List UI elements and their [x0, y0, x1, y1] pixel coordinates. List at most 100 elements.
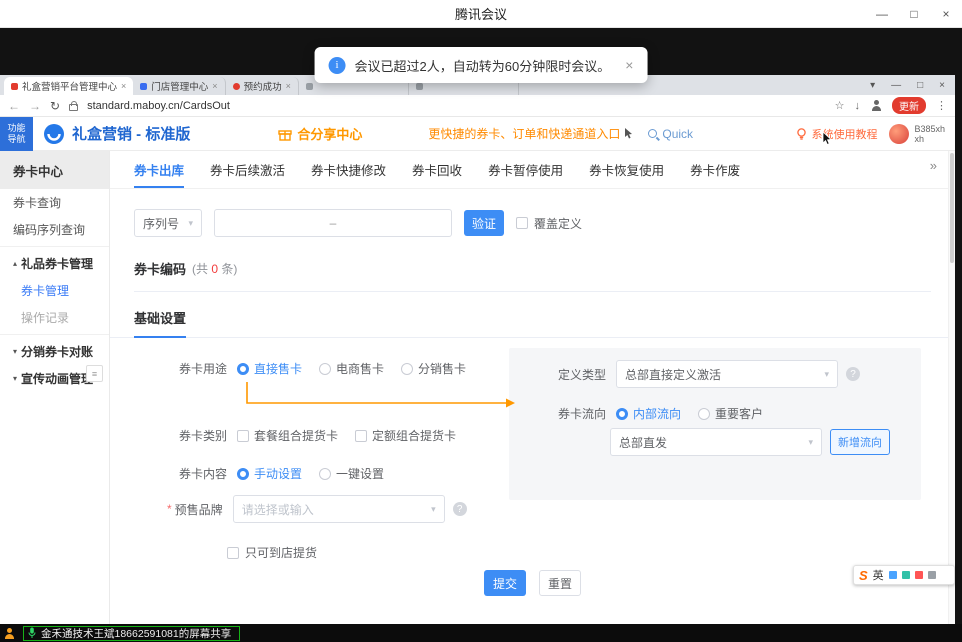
secure-lock-icon[interactable] — [69, 104, 78, 111]
profile-icon[interactable] — [870, 100, 882, 112]
sidebar-item-code-query[interactable]: 编码序列查询 — [0, 216, 109, 243]
triangle-collapsed-icon: ▾ — [13, 347, 17, 356]
browser-tab-active[interactable]: 礼盒营销平台管理中心 × — [4, 77, 133, 95]
promo-entry-link[interactable]: 更快捷的券卡、订单和快递通道入口 — [428, 125, 634, 142]
tab-card-recycle[interactable]: 券卡回收 — [412, 160, 462, 188]
usage-option-distribution[interactable]: 分销售卡 — [401, 360, 466, 377]
browser-tab[interactable]: 门店管理中心 × — [133, 77, 225, 95]
more-icon[interactable]: ⋮ — [936, 99, 947, 112]
main-content: 券卡出库 券卡后续激活 券卡快捷修改 券卡回收 券卡暂停使用 券卡恢复使用 券卡… — [110, 151, 955, 624]
tab-card-outbound[interactable]: 券卡出库 — [134, 160, 184, 188]
radio-checked-icon[interactable] — [237, 363, 249, 375]
sogou-logo-icon[interactable]: S — [859, 568, 868, 583]
reload-icon[interactable]: ↻ — [50, 99, 60, 113]
add-flow-button[interactable]: 新增流向 — [830, 429, 890, 455]
toolbox-icon[interactable] — [928, 571, 936, 579]
tab-close-icon[interactable]: × — [121, 81, 126, 91]
toast-close-icon[interactable]: × — [625, 57, 633, 73]
tab-close-icon[interactable]: × — [286, 81, 291, 91]
tab-card-quick-edit[interactable]: 券卡快捷修改 — [311, 160, 386, 188]
checkbox-icon[interactable] — [355, 430, 367, 442]
page-scrollbar[interactable] — [948, 151, 955, 624]
keyboard-icon[interactable] — [889, 571, 897, 579]
sidebar-collapse-handle[interactable]: ≡ — [86, 365, 103, 382]
card-flow-row: 券卡流向 内部流向 重要客户 — [558, 405, 780, 422]
radio-icon[interactable] — [319, 363, 331, 375]
sidebar-item-card-query[interactable]: 券卡查询 — [0, 189, 109, 216]
sidebar-group-distribution[interactable]: ▾ 分销券卡对账 — [0, 338, 109, 365]
ime-language-indicator[interactable]: 英 — [873, 567, 884, 583]
back-icon[interactable]: ← — [8, 99, 20, 113]
browser-update-button[interactable]: 更新 — [892, 97, 926, 114]
forward-icon[interactable]: → — [29, 99, 41, 113]
skin-icon[interactable] — [915, 571, 923, 579]
taskbar-person-icon[interactable] — [3, 627, 16, 640]
tab-card-resume[interactable]: 券卡恢复使用 — [589, 160, 664, 188]
sidebar-item-card-management[interactable]: 券卡管理 — [0, 277, 109, 304]
radio-checked-icon[interactable] — [237, 468, 249, 480]
emoji-icon[interactable] — [902, 571, 910, 579]
radio-checked-icon[interactable] — [616, 408, 628, 420]
download-icon[interactable]: ↓ — [855, 100, 861, 112]
content-option-manual[interactable]: 手动设置 — [237, 465, 302, 482]
help-icon[interactable]: ? — [846, 367, 860, 381]
flow-select[interactable]: 总部直发 ▾ — [610, 428, 822, 456]
presale-brand-select[interactable]: 请选择或输入 ▾ — [233, 495, 445, 523]
card-usage-label: 券卡用途 — [179, 360, 227, 377]
sidebar-divider — [0, 334, 109, 335]
tab-card-activate[interactable]: 券卡后续激活 — [210, 160, 285, 188]
radio-icon[interactable] — [698, 408, 710, 420]
url-text[interactable]: standard.maboy.cn/CardsOut — [87, 100, 230, 112]
radio-icon[interactable] — [401, 363, 413, 375]
browser-maximize-button[interactable]: □ — [917, 80, 923, 91]
user-avatar[interactable] — [889, 124, 909, 144]
usage-option-ecommerce[interactable]: 电商售卡 — [319, 360, 384, 377]
radio-icon[interactable] — [319, 468, 331, 480]
usage-option-direct-sale[interactable]: 直接售卡 — [237, 360, 302, 377]
reset-button[interactable]: 重置 — [539, 570, 581, 596]
browser-minimize-button[interactable]: — — [891, 80, 901, 91]
gift-icon — [278, 127, 292, 141]
share-center-link[interactable]: 合分享中心 — [278, 124, 362, 143]
sidebar-divider — [0, 246, 109, 247]
serial-range-input[interactable]: – — [214, 209, 452, 237]
quick-search[interactable]: Quick — [648, 127, 693, 141]
screen-share-indicator[interactable]: 金禾通技术王斌18662591081的屏幕共享 — [23, 626, 240, 641]
category-option-fixed[interactable]: 定额组合提货卡 — [355, 427, 456, 444]
pickup-only-checkbox[interactable] — [227, 547, 239, 559]
presale-brand-placeholder: 请选择或输入 — [242, 501, 314, 518]
submit-button[interactable]: 提交 — [484, 570, 526, 596]
sidebar-item-operation-log[interactable]: 操作记录 — [0, 304, 109, 331]
flow-option-internal[interactable]: 内部流向 — [616, 405, 681, 422]
serial-type-select[interactable]: 序列号 ▾ — [134, 209, 202, 237]
scrollbar-thumb[interactable] — [950, 153, 954, 263]
checkbox-icon[interactable] — [237, 430, 249, 442]
browser-tab[interactable]: 预约成功 × — [226, 77, 299, 95]
category-option-combo[interactable]: 套餐组合提货卡 — [237, 427, 338, 444]
tab-card-suspend[interactable]: 券卡暂停使用 — [488, 160, 563, 188]
user-name: B385xh xh — [914, 124, 945, 144]
panel-collapse-icon[interactable]: » — [930, 158, 937, 173]
verify-button[interactable]: 验证 — [464, 210, 504, 236]
tutorial-link[interactable]: 系统使用教程 — [796, 126, 877, 142]
microphone-icon — [28, 627, 36, 639]
help-icon[interactable]: ? — [453, 502, 467, 516]
star-icon[interactable]: ☆ — [835, 99, 845, 112]
flow-option-vip[interactable]: 重要客户 — [698, 405, 763, 422]
tab-close-icon[interactable]: × — [212, 81, 217, 91]
sidebar-group-gift-cards[interactable]: ▴ 礼品券卡管理 — [0, 250, 109, 277]
overwrite-option[interactable]: 覆盖定义 — [516, 215, 582, 232]
codes-count: (共 0 条) — [192, 260, 237, 277]
tab-menu-icon[interactable]: ▾ — [870, 80, 875, 91]
overwrite-checkbox[interactable] — [516, 217, 528, 229]
browser-close-button[interactable]: × — [939, 80, 945, 91]
form-actions: 提交 重置 — [110, 570, 955, 596]
option-label: 电商售卡 — [336, 360, 384, 377]
function-nav-toggle[interactable]: 功能 导航 — [0, 117, 33, 151]
tab-label: 门店管理中心 — [151, 79, 208, 93]
content-option-onekey[interactable]: 一键设置 — [319, 465, 384, 482]
tab-card-void[interactable]: 券卡作废 — [690, 160, 740, 188]
section-title-basic-settings: 基础设置 — [134, 308, 186, 338]
definition-type-select[interactable]: 总部直接定义激活 ▾ — [616, 360, 838, 388]
pickup-only-row[interactable]: 只可到店提货 — [227, 544, 317, 561]
